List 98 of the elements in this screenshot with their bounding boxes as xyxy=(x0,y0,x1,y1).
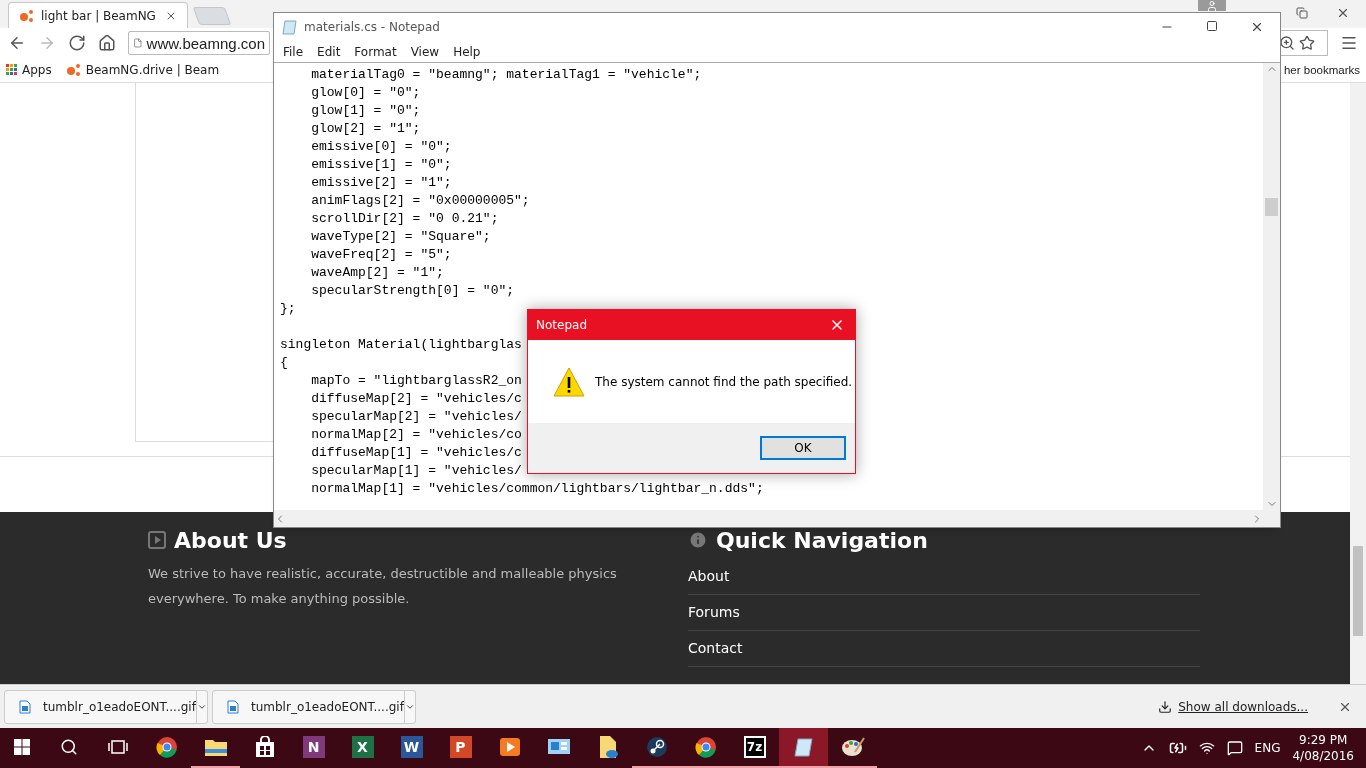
code-line: glow[0] = "0"; xyxy=(310,85,421,100)
code-line: animFlags[2] = "0x00000005"; xyxy=(310,193,530,208)
page-icon xyxy=(133,36,143,50)
show-all-downloads-link[interactable]: Show all downloads... xyxy=(1158,699,1308,714)
monitor-icon xyxy=(546,737,571,757)
download-item[interactable]: tumblr_o1eadoEONT....gif xyxy=(212,689,416,724)
play-square-icon xyxy=(148,531,166,550)
taskbar-app[interactable]: P xyxy=(436,728,485,768)
menu-item[interactable]: Help xyxy=(446,44,488,59)
maximize-icon[interactable] xyxy=(1206,20,1218,32)
menu-item[interactable]: File xyxy=(276,44,311,59)
zoom-icon[interactable] xyxy=(1279,35,1295,51)
taskbar-app[interactable]: W xyxy=(387,728,436,768)
shopping-bag-icon xyxy=(254,736,275,758)
code-line: waveAmp[2] = "1"; xyxy=(310,265,444,280)
menu-icon[interactable] xyxy=(1340,34,1358,52)
back-icon[interactable] xyxy=(8,34,26,52)
code-line: }; xyxy=(280,301,296,316)
chrome-icon xyxy=(155,736,178,758)
file-name: tumblr_o1eadoEONT....gif xyxy=(43,699,196,714)
code-line: specularMap[1] = "vehicles/ xyxy=(310,463,522,478)
language-indicator[interactable]: ENG xyxy=(1254,741,1281,755)
code-line: scrollDir[2] = "0 0.21"; xyxy=(310,211,499,226)
app-tile-icon: N xyxy=(302,736,325,758)
code-line: diffuseMap[2] = "vehicles/c xyxy=(310,391,522,406)
steam-icon xyxy=(645,736,668,758)
warning-icon xyxy=(553,366,585,397)
code-line: emissive[0] = "0"; xyxy=(310,139,452,154)
image-file-icon xyxy=(227,699,239,714)
dialog-title: Notepad xyxy=(536,318,587,332)
code-line: materialTag0 = "beamng"; materialTag1 = "vehicle"; xyxy=(310,67,702,82)
code-line: specularMap[2] = "vehicles/ xyxy=(310,409,522,424)
task-view-icon xyxy=(107,739,128,755)
notepad-icon xyxy=(282,19,298,35)
taskbar-app[interactable]: N xyxy=(289,728,338,768)
app-tile-icon: P xyxy=(449,736,472,758)
search-icon xyxy=(59,738,78,756)
footer-link[interactable]: Contact xyxy=(688,630,1200,667)
code-line: glow[2] = "1"; xyxy=(310,121,421,136)
code-line: { xyxy=(280,355,288,370)
app-tile-icon: X xyxy=(351,736,374,758)
file-name: tumblr_o1eadoEONT....gif xyxy=(251,699,404,714)
close-icon[interactable] xyxy=(1336,6,1350,20)
bookmark[interactable]: her bookmarks xyxy=(1283,64,1360,76)
site-logo-icon xyxy=(65,63,82,77)
download-icon xyxy=(1158,699,1173,714)
menu-item[interactable]: Edit xyxy=(310,44,348,59)
palette-icon xyxy=(840,736,865,758)
ok-button[interactable]: OK xyxy=(760,436,846,460)
app-tile-icon: 7z xyxy=(743,736,766,758)
site-logo-icon xyxy=(19,8,35,23)
footer-heading: About Us xyxy=(174,527,287,553)
restore-icon[interactable] xyxy=(1296,7,1308,19)
code-line: mapTo = "lightbarglassR2_on xyxy=(310,373,522,388)
menu-item[interactable]: View xyxy=(403,44,447,59)
code-line: emissive[2] = "1"; xyxy=(310,175,452,190)
code-line: normalMap[2] = "vehicles/co xyxy=(310,427,522,442)
folder-icon xyxy=(203,737,228,757)
menu-item[interactable]: Format xyxy=(347,44,404,59)
scrollbar-thumb[interactable] xyxy=(1265,198,1278,216)
code-line: waveType[2] = "Square"; xyxy=(310,229,491,244)
clock[interactable]: 9:29 PM 4/08/2016 xyxy=(1292,732,1354,764)
info-icon xyxy=(688,530,708,551)
notification-icon[interactable] xyxy=(1226,740,1243,756)
code-line: specularStrength[0] = "0"; xyxy=(310,283,515,298)
window-title: materials.cs - Notepad xyxy=(304,20,440,34)
code-line: diffuseMap[1] = "vehicles/c xyxy=(310,445,522,460)
code-line: waveFreq[2] = "5"; xyxy=(310,247,452,262)
reload-icon[interactable] xyxy=(68,34,86,52)
code-line: singleton Material(lightbarglas xyxy=(280,337,522,352)
footer-heading: Quick Navigation xyxy=(716,527,928,553)
code-line: glow[1] = "0"; xyxy=(310,103,421,118)
code-line: emissive[1] = "0"; xyxy=(310,157,452,172)
apps-grid-icon xyxy=(6,64,18,76)
app-tile-icon: W xyxy=(400,736,423,758)
chrome-icon xyxy=(694,736,717,758)
play-icon xyxy=(498,736,521,758)
close-icon[interactable] xyxy=(1250,20,1264,34)
bookmark[interactable]: Apps xyxy=(6,63,52,77)
image-file-icon xyxy=(19,699,31,714)
footer-text: We strive to have realistic, accurate, destructible and malleable physics everywhere. To make anything possible. xyxy=(148,564,618,608)
home-icon[interactable] xyxy=(98,34,116,52)
download-item[interactable]: tumblr_o1eadoEONT....gif xyxy=(4,689,208,724)
bookmark[interactable]: BeamNG.drive | Beam xyxy=(65,63,220,77)
star-icon[interactable] xyxy=(1299,35,1315,51)
scrollbar-thumb[interactable] xyxy=(1353,546,1363,636)
tab-title: light bar | BeamNG xyxy=(41,8,157,23)
notepad-icon xyxy=(792,736,815,758)
address-field[interactable]: www.beamng.con xyxy=(128,31,270,55)
footer-link[interactable]: About xyxy=(688,558,1200,595)
wifi-icon[interactable] xyxy=(1198,740,1215,756)
dialog-message: The system cannot find the path specified. xyxy=(595,374,853,389)
browser-tab[interactable]: light bar | BeamNG xyxy=(8,2,188,28)
windows-logo-icon xyxy=(14,739,30,755)
taskbar-app[interactable] xyxy=(779,728,828,768)
footer-link[interactable]: Forums xyxy=(688,594,1200,631)
taskbar-app[interactable]: X xyxy=(338,728,387,768)
code-line: normalMap[1] = "vehicles/common/lightbars/lightbar_n.dds"; xyxy=(310,481,764,496)
